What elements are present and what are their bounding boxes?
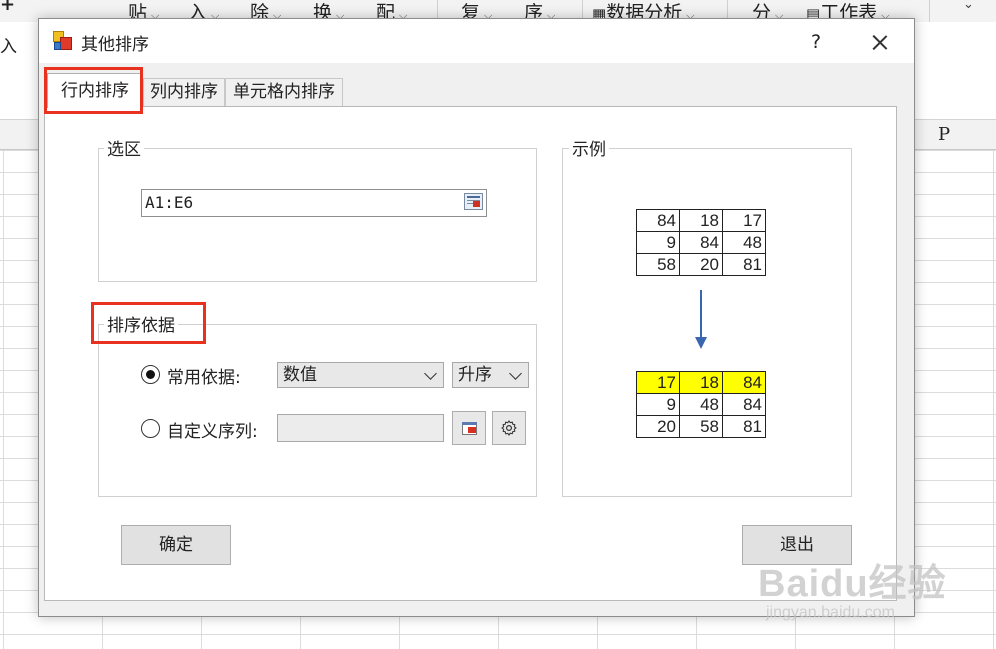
- close-icon[interactable]: [865, 27, 895, 57]
- sequence-settings-button[interactable]: [492, 411, 526, 445]
- table-cell: 58: [636, 253, 680, 276]
- table-cell: 81: [722, 415, 766, 438]
- baidu-watermark: Baidu经验 jingyan.baidu.com: [748, 540, 988, 630]
- tab-cell-sort[interactable]: 单元格内排序: [225, 78, 343, 107]
- table-cell: 9: [636, 231, 680, 254]
- example-group-label: 示例: [569, 135, 609, 160]
- table-cell-highlighted: 18: [679, 371, 723, 394]
- example-before-table: 84 18 17 9 84 48 58 20 81: [636, 209, 766, 276]
- example-group: [562, 148, 852, 497]
- common-basis-radio[interactable]: [141, 365, 160, 384]
- table-row: 58 20 81: [636, 253, 766, 276]
- table-row: 20 58 81: [636, 415, 766, 438]
- custom-sequence-input[interactable]: [277, 414, 444, 442]
- table-row: 84 18 17: [636, 209, 766, 232]
- table-cell: 58: [679, 415, 723, 438]
- table-row: 9 48 84: [636, 393, 766, 416]
- example-after-table: 17 18 84 9 48 84 20 58 81: [636, 371, 766, 438]
- table-cell: 20: [679, 253, 723, 276]
- table-cell: 84: [722, 393, 766, 416]
- custom-sequence-radio[interactable]: [141, 419, 160, 438]
- help-icon[interactable]: ?: [801, 27, 831, 57]
- table-row: 17 18 84: [636, 371, 766, 394]
- dialog-title: 其他排序: [81, 35, 149, 55]
- table-row: 9 84 48: [636, 231, 766, 254]
- app-icon: [53, 31, 73, 51]
- watermark-text: Baidu经验: [758, 563, 947, 605]
- sort-dialog: 其他排序 ? 行内排序 列内排序 单元格内排序 选区 A1:E6 排序依据 常用…: [38, 18, 915, 617]
- range-picker-icon[interactable]: [464, 193, 483, 210]
- sort-order-select[interactable]: 升序: [452, 362, 529, 388]
- table-cell: 20: [636, 415, 680, 438]
- common-basis-value: 数值: [283, 365, 317, 385]
- dialog-titlebar[interactable]: 其他排序 ?: [39, 19, 914, 63]
- range-input[interactable]: A1:E6: [141, 189, 487, 217]
- table-cell: 18: [679, 209, 723, 232]
- table-cell: 84: [679, 231, 723, 254]
- ribbon-group-label: 入: [0, 37, 17, 57]
- plus-icon[interactable]: +: [0, 0, 15, 15]
- table-cell: 48: [679, 393, 723, 416]
- sort-order-value: 升序: [458, 365, 492, 385]
- column-header-p[interactable]: P: [938, 124, 950, 145]
- common-basis-label[interactable]: 常用依据:: [167, 363, 241, 388]
- table-cell-highlighted: 84: [722, 371, 766, 394]
- gear-icon: [501, 420, 517, 436]
- watermark-url: jingyan.baidu.com: [766, 604, 895, 621]
- table-cell: 9: [636, 393, 680, 416]
- table-cell-highlighted: 17: [636, 371, 680, 394]
- annotation-box-tab: [44, 67, 143, 114]
- selection-group-label: 选区: [104, 135, 144, 160]
- table-cell: 17: [722, 209, 766, 232]
- table-cell: 81: [722, 253, 766, 276]
- ribbon-separator: [929, 0, 930, 22]
- edit-sequence-button[interactable]: [452, 411, 486, 445]
- common-basis-select[interactable]: 数值: [277, 362, 444, 388]
- ok-button[interactable]: 确定: [121, 525, 231, 565]
- arrow-down-icon: [700, 290, 702, 340]
- annotation-box-sort-basis: [91, 302, 206, 344]
- chevron-down-icon: [424, 367, 437, 380]
- table-cell: 48: [722, 231, 766, 254]
- table-cell: 84: [636, 209, 680, 232]
- custom-sequence-label[interactable]: 自定义序列:: [167, 417, 258, 442]
- tab-column-sort[interactable]: 列内排序: [143, 78, 225, 107]
- chevron-down-icon: [509, 367, 522, 380]
- collapse-ribbon-icon[interactable]: ⌄: [963, 0, 974, 12]
- arrow-head: [695, 337, 707, 349]
